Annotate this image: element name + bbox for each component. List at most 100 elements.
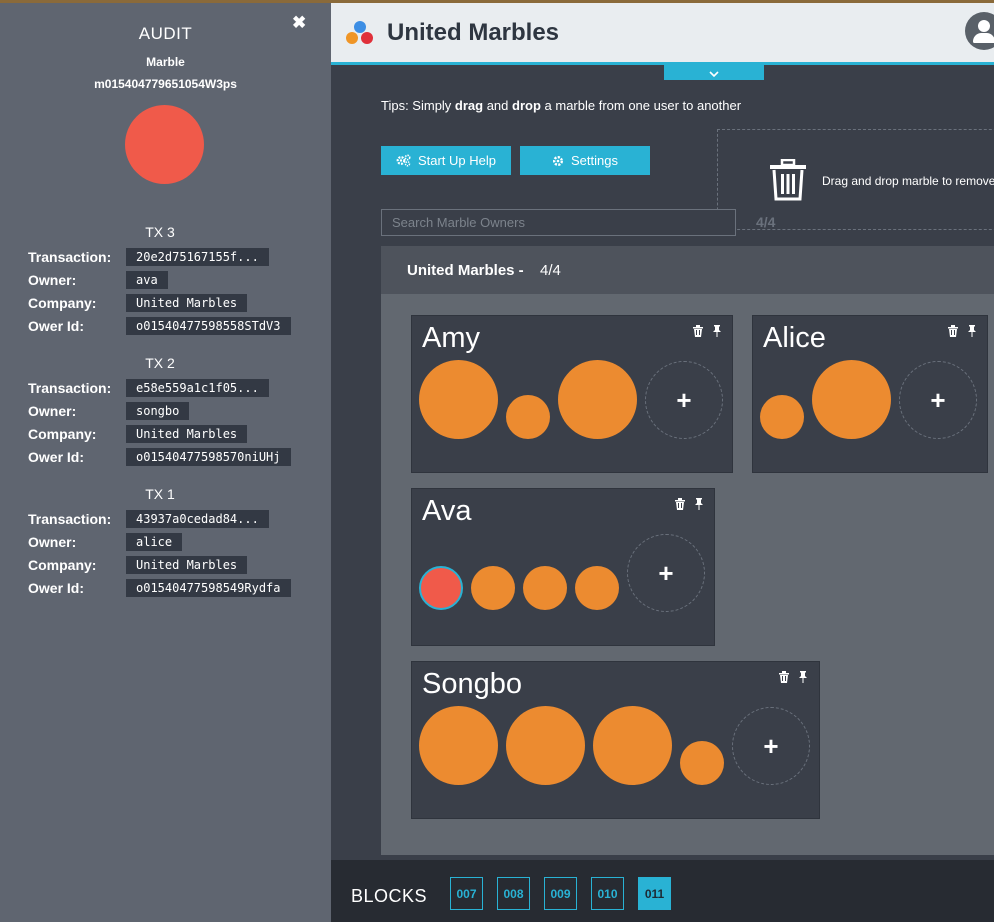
audit-marble — [125, 105, 204, 184]
user-card-amy: Amy + — [411, 315, 733, 473]
tx-row-owner-id: Ower Id: o01540477598570niUHj — [28, 448, 291, 466]
tx-value: ava — [126, 271, 168, 289]
tx-value: o01540477598570niUHj — [126, 448, 291, 466]
audit-title: AUDIT — [138, 24, 193, 43]
tx-key: Company: — [28, 426, 97, 442]
tx-value: 43937a0cedad84... — [126, 510, 269, 528]
tx-row-company: Company: United Marbles — [28, 294, 248, 312]
tx-row-owner: Owner: ava — [28, 271, 168, 289]
avatar-icon[interactable] — [965, 12, 994, 50]
trash-icon[interactable] — [779, 671, 789, 683]
tx-key: Transaction: — [28, 380, 112, 396]
tx-key: Ower Id: — [28, 580, 85, 596]
tips-text: Tips: Simply drag and drop a marble from… — [381, 98, 742, 113]
tx-row-transaction: Transaction: e58e559a1c1f05... — [28, 379, 269, 397]
tx-key: Ower Id: — [28, 449, 85, 465]
tx-value: o01540477598558STdV3 — [126, 317, 291, 335]
trash-icon[interactable] — [948, 325, 958, 337]
marble[interactable] — [471, 566, 515, 610]
blocks-bar: BLOCKS 007 008 009 010 011 — [331, 860, 994, 922]
tx-row-owner: Owner: songbo — [28, 402, 190, 420]
tx-row-transaction: Transaction: 43937a0cedad84... — [28, 510, 269, 528]
chevron-down-icon — [709, 71, 719, 78]
marble[interactable] — [419, 706, 498, 785]
tx-value: e58e559a1c1f05... — [126, 379, 269, 397]
trash-text: Drag and drop marble to remove — [822, 174, 994, 188]
tx-value: United Marbles — [126, 556, 248, 574]
marble[interactable] — [419, 360, 498, 439]
trash-icon[interactable] — [693, 325, 703, 337]
tx-title: TX 2 — [145, 355, 175, 371]
block-008[interactable]: 008 — [497, 877, 530, 910]
company-header: United Marbles - 4/4 — [381, 246, 994, 294]
tx-key: Owner: — [28, 272, 77, 288]
add-marble-button[interactable]: + — [732, 707, 810, 785]
tx-key: Owner: — [28, 534, 77, 550]
tx-key: Transaction: — [28, 249, 112, 265]
tx-value: United Marbles — [126, 425, 248, 443]
audit-marble-label: Marble — [146, 55, 185, 69]
user-name: Alice — [763, 322, 826, 354]
startup-help-label: Start Up Help — [417, 153, 497, 168]
add-marble-button[interactable]: + — [899, 361, 977, 439]
trash-icon[interactable] — [675, 498, 685, 510]
user-card-alice: Alice + — [752, 315, 988, 473]
logo-icon — [346, 21, 374, 49]
settings-label: Settings — [571, 153, 618, 168]
tx-key: Ower Id: — [28, 318, 85, 334]
gears-icon — [396, 154, 411, 167]
app-header: United Marbles — [331, 3, 994, 65]
pin-icon[interactable] — [694, 498, 704, 510]
tx-key: Company: — [28, 557, 97, 573]
pin-icon[interactable] — [712, 325, 722, 337]
tx-row-transaction: Transaction: 20e2d75167155f... — [28, 248, 269, 266]
tx-title: TX 1 — [145, 486, 175, 502]
marble[interactable] — [523, 566, 567, 610]
company-name: United Marbles - — [407, 262, 524, 279]
company-panel: United Marbles - 4/4 Amy + Alice + Ava +… — [381, 246, 994, 855]
audit-marble-id: m015404779651054W3ps — [94, 77, 237, 91]
marble[interactable] — [680, 741, 724, 785]
app-title: United Marbles — [387, 19, 560, 46]
marble[interactable] — [812, 360, 891, 439]
block-007[interactable]: 007 — [450, 877, 483, 910]
tx-key: Owner: — [28, 403, 77, 419]
settings-button[interactable]: Settings — [520, 146, 650, 175]
company-count: 4/4 — [540, 262, 561, 279]
main-area: United Marbles Tips: Simply drag and dro… — [331, 3, 994, 922]
tx-key: Transaction: — [28, 511, 112, 527]
tx-value: 20e2d75167155f... — [126, 248, 269, 266]
pin-icon[interactable] — [967, 325, 977, 337]
selected-marble[interactable] — [419, 566, 463, 610]
tx-row-company: Company: United Marbles — [28, 425, 248, 443]
audit-panel: ✖ AUDIT Marble m015404779651054W3ps TX 3… — [0, 3, 331, 922]
header-toggle-button[interactable] — [664, 65, 764, 80]
tx-row-company: Company: United Marbles — [28, 556, 248, 574]
marble[interactable] — [506, 706, 585, 785]
marble[interactable] — [558, 360, 637, 439]
tx-value: alice — [126, 533, 183, 551]
tx-row-owner: Owner: alice — [28, 533, 183, 551]
user-name: Ava — [422, 495, 472, 527]
gear-icon — [553, 155, 563, 166]
tx-value: songbo — [126, 402, 190, 420]
tx-value: United Marbles — [126, 294, 248, 312]
user-name: Songbo — [422, 668, 522, 700]
block-011[interactable]: 011 — [638, 877, 671, 910]
add-marble-button[interactable]: + — [627, 534, 705, 612]
user-card-songbo: Songbo + — [411, 661, 820, 819]
block-009[interactable]: 009 — [544, 877, 577, 910]
tx-row-owner-id: Ower Id: o01540477598549Rydfa — [28, 579, 291, 597]
block-010[interactable]: 010 — [591, 877, 624, 910]
startup-help-button[interactable]: Start Up Help — [381, 146, 511, 175]
marble[interactable] — [593, 706, 672, 785]
add-marble-button[interactable]: + — [645, 361, 723, 439]
tx-title: TX 3 — [145, 224, 175, 240]
marble[interactable] — [575, 566, 619, 610]
marble[interactable] — [506, 395, 550, 439]
search-owners-input[interactable] — [381, 209, 736, 236]
blocks-label: BLOCKS — [351, 886, 428, 906]
pin-icon[interactable] — [798, 671, 808, 683]
marble[interactable] — [760, 395, 804, 439]
tx-row-owner-id: Ower Id: o01540477598558STdV3 — [28, 317, 291, 335]
